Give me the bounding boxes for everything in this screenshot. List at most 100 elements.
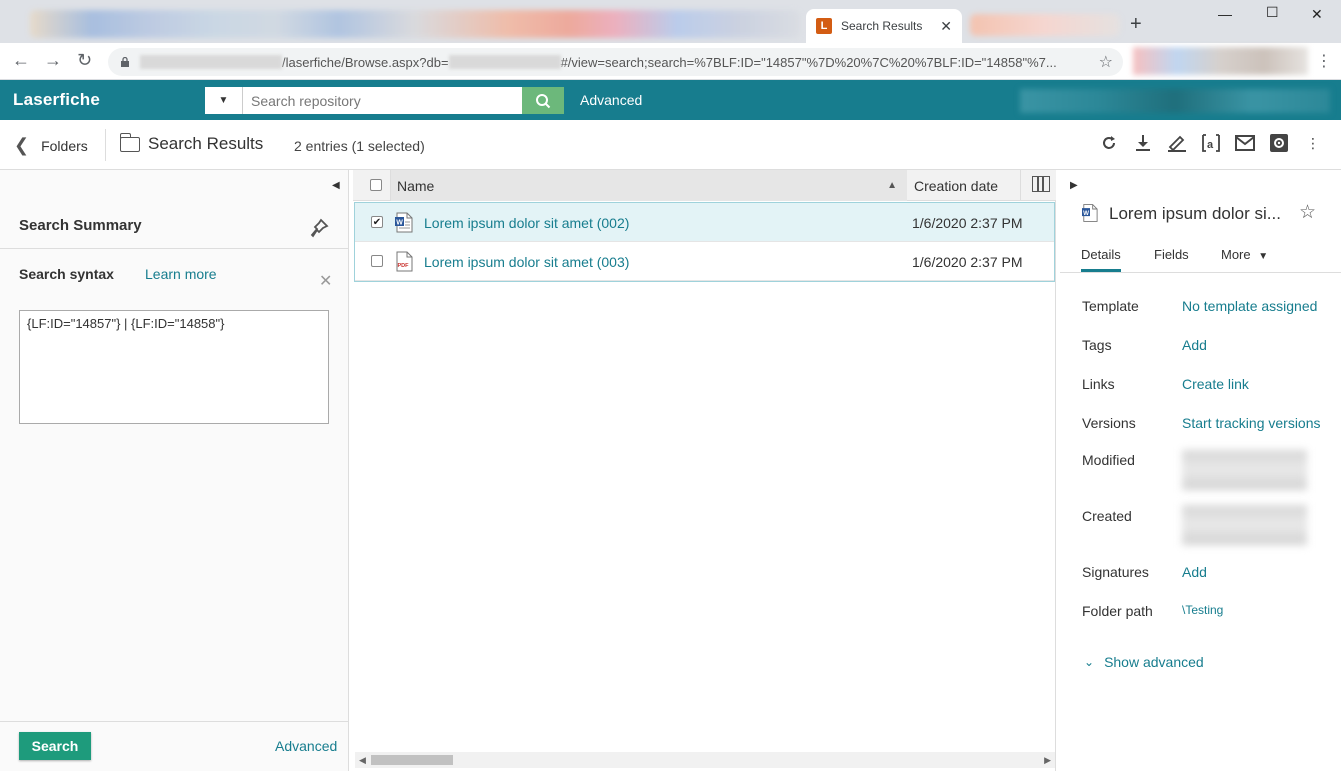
- results-list-panel: Name ▲ Creation date ✔ W Lorem ipsum dol…: [353, 170, 1056, 771]
- tab-more[interactable]: More ▼: [1221, 247, 1268, 262]
- close-tab-icon[interactable]: ✕: [940, 18, 952, 35]
- forward-arrow-icon[interactable]: →: [44, 50, 62, 71]
- results-rows: ✔ W Lorem ipsum dolor sit amet (002) 1/6…: [354, 202, 1055, 282]
- svg-text:a: a: [1207, 139, 1214, 151]
- row-name-link[interactable]: Lorem ipsum dolor sit amet (003): [424, 254, 629, 270]
- advanced-search-link-bottom[interactable]: Advanced: [275, 738, 337, 754]
- back-label: Folders: [41, 137, 88, 154]
- laserfiche-logo: Laserfiche: [13, 90, 101, 109]
- browser-tab-search-results[interactable]: L Search Results ✕: [806, 9, 962, 43]
- search-scope-dropdown[interactable]: ▼: [205, 87, 243, 114]
- url-path: /laserfiche/Browse.aspx?db=: [282, 54, 449, 70]
- blurred-created-value: [1182, 505, 1307, 545]
- svg-text:W: W: [1083, 210, 1089, 217]
- blurred-db: [448, 55, 561, 69]
- caret-down-icon: ▼: [218, 95, 229, 106]
- collapse-right-panel-icon[interactable]: ▶: [1070, 180, 1078, 191]
- prop-label-tags: Tags: [1082, 337, 1112, 353]
- search-repository-input[interactable]: [243, 87, 522, 114]
- horizontal-scrollbar[interactable]: ◀ ▶: [355, 752, 1055, 768]
- prop-value-template[interactable]: No template assigned: [1182, 298, 1317, 314]
- blurred-browser-tab: [970, 14, 1120, 36]
- download-icon[interactable]: [1133, 133, 1153, 153]
- tab-fields[interactable]: Fields: [1154, 247, 1189, 262]
- browser-tab-title: Search Results: [841, 19, 923, 33]
- folder-icon: [119, 133, 140, 152]
- close-window-icon[interactable]: ✕: [1311, 6, 1323, 23]
- row-name-link[interactable]: Lorem ipsum dolor sit amet (002): [424, 215, 629, 231]
- back-arrow-icon[interactable]: ←: [12, 50, 30, 71]
- column-picker-icon[interactable]: [1032, 176, 1050, 192]
- blurred-browser-tabs: [30, 10, 800, 38]
- search-summary-panel: ◀ Search Summary Search syntax Learn mor…: [0, 170, 349, 771]
- search-icon: [536, 93, 551, 108]
- table-row[interactable]: ✔ W Lorem ipsum dolor sit amet (002) 1/6…: [355, 203, 1054, 242]
- add-tags-link[interactable]: Add: [1182, 337, 1207, 353]
- page-title: Search Results: [148, 134, 264, 153]
- svg-text:W: W: [396, 220, 403, 227]
- laserfiche-favicon-icon: L: [816, 18, 832, 34]
- close-icon[interactable]: ✕: [319, 271, 332, 291]
- list-header: Name ▲ Creation date: [353, 170, 1056, 201]
- prop-label-links: Links: [1082, 376, 1115, 392]
- browser-address-bar: ← → ↻ /laserfiche/Browse.aspx?db= #/view…: [0, 43, 1341, 80]
- maximize-window-icon[interactable]: ☐: [1266, 4, 1279, 21]
- select-all-checkbox[interactable]: [370, 179, 382, 191]
- scrollbar-thumb[interactable]: [371, 755, 453, 765]
- lock-icon: [121, 57, 129, 67]
- column-header-name[interactable]: Name ▲: [390, 170, 907, 201]
- add-signature-link[interactable]: Add: [1182, 564, 1207, 580]
- prop-label-template: Template: [1082, 298, 1139, 314]
- start-tracking-versions-link[interactable]: Start tracking versions: [1182, 415, 1321, 431]
- settings-icon[interactable]: [1269, 133, 1289, 153]
- scroll-left-icon[interactable]: ◀: [359, 755, 366, 766]
- blurred-extensions: [1133, 47, 1308, 75]
- prop-label-folder-path: Folder path: [1082, 603, 1153, 619]
- advanced-search-link[interactable]: Advanced: [580, 92, 642, 108]
- word-document-icon: W: [395, 212, 413, 233]
- browser-tab-bar: L Search Results ✕ + — ☐ ✕: [0, 0, 1341, 43]
- back-to-folders-button[interactable]: ❮ Folders: [14, 135, 88, 156]
- folder-path-link[interactable]: \Testing: [1182, 603, 1223, 617]
- more-icon[interactable]: ⋮: [1303, 133, 1323, 153]
- show-advanced-label: Show advanced: [1104, 654, 1204, 670]
- sort-ascending-icon: ▲: [887, 180, 897, 191]
- email-icon[interactable]: [1235, 133, 1255, 153]
- url-field[interactable]: /laserfiche/Browse.aspx?db= #/view=searc…: [108, 48, 1123, 76]
- word-document-icon: W: [1082, 204, 1098, 222]
- row-creation-date: 1/6/2020 2:37 PM: [912, 215, 1023, 231]
- search-submit-button[interactable]: [522, 87, 564, 114]
- chevron-left-icon: ❮: [14, 135, 30, 155]
- row-checkbox[interactable]: [371, 255, 383, 267]
- details-tabs: Details Fields More ▼: [1060, 242, 1341, 273]
- search-button[interactable]: Search: [19, 732, 91, 760]
- row-checkbox[interactable]: ✔: [371, 216, 383, 228]
- new-tab-icon[interactable]: +: [1130, 13, 1142, 36]
- search-syntax-label: Search syntax: [19, 266, 114, 282]
- pin-icon[interactable]: [309, 218, 329, 238]
- search-syntax-textarea[interactable]: {LF:ID="14857"} | {LF:ID="14858"}: [19, 310, 329, 424]
- svg-text:PDF: PDF: [398, 263, 410, 269]
- toolbar-divider: [105, 129, 106, 161]
- learn-more-link[interactable]: Learn more: [145, 266, 217, 282]
- blurred-user-area: [1020, 89, 1330, 113]
- column-header-creation-date[interactable]: Creation date: [914, 178, 998, 194]
- reload-icon[interactable]: ↻: [77, 50, 92, 71]
- show-advanced-toggle[interactable]: ⌄ Show advanced: [1084, 654, 1204, 670]
- create-link-link[interactable]: Create link: [1182, 376, 1249, 392]
- scroll-right-icon[interactable]: ▶: [1044, 755, 1051, 766]
- browser-menu-icon[interactable]: ⋮: [1316, 51, 1332, 71]
- collapse-left-panel-icon[interactable]: ◀: [332, 180, 340, 191]
- bookmark-star-icon[interactable]: ☆: [1099, 52, 1113, 72]
- ocr-icon[interactable]: a: [1201, 133, 1221, 153]
- app-header: Laserfiche ▼ Advanced: [0, 80, 1341, 120]
- sign-icon[interactable]: [1167, 133, 1187, 153]
- favorite-star-icon[interactable]: ☆: [1299, 201, 1316, 224]
- search-summary-title: Search Summary: [19, 217, 142, 234]
- table-row[interactable]: PDF Lorem ipsum dolor sit amet (003) 1/6…: [355, 242, 1054, 281]
- minimize-window-icon[interactable]: —: [1218, 6, 1232, 22]
- folder-toolbar: ❮ Folders Search Results 2 entries (1 se…: [0, 120, 1341, 170]
- blurred-host: [140, 55, 282, 69]
- refresh-icon[interactable]: [1099, 133, 1119, 153]
- tab-details[interactable]: Details: [1081, 247, 1121, 272]
